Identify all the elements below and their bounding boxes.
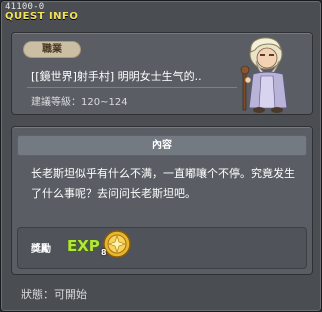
old-man-npc-icon bbox=[240, 37, 288, 113]
reward-count: 8 bbox=[101, 248, 107, 257]
window-title[interactable]: QUEST INFO bbox=[5, 11, 78, 22]
divider bbox=[27, 87, 237, 88]
reward-box bbox=[17, 227, 307, 269]
quest-status: 狀態：可開始 bbox=[21, 288, 87, 301]
quest-name: [[鏡世界]射手村] 明明女士生气的.. bbox=[31, 70, 202, 83]
content-header: 內容 bbox=[17, 135, 307, 156]
exp-icon[interactable]: EXP bbox=[66, 235, 100, 255]
quest-description: 长老斯坦似乎有什么不满，一直嘟嚷个不停。究竟发生了什么事呢？去问问长老斯坦吧。 bbox=[31, 167, 295, 200]
reward-label: 獎勵 bbox=[31, 244, 51, 255]
required-level: 建議等級：120~124 bbox=[31, 97, 128, 108]
svg-text:EXP: EXP bbox=[67, 237, 100, 255]
quest-info-window: 41100-0 QUEST INFO 職業 [[鏡世界]射手村] 明明女士生气的… bbox=[0, 0, 322, 312]
job-badge: 職業 bbox=[23, 41, 81, 58]
